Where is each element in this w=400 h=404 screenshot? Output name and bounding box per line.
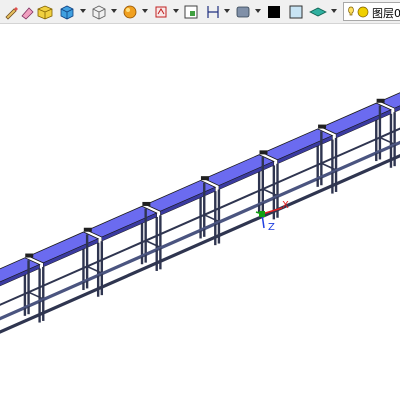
- cross-brace: [145, 239, 161, 249]
- surface-icon[interactable]: [234, 3, 252, 21]
- box-solid-icon[interactable]: [36, 3, 54, 21]
- dropdown-arrow-icon[interactable]: [80, 9, 86, 13]
- frame-icon[interactable]: [182, 3, 200, 21]
- toolbar: 图层0(: [0, 0, 400, 24]
- joint-block: [376, 98, 385, 103]
- axis-z-label: Z: [268, 222, 275, 233]
- dropdown-arrow-icon[interactable]: [173, 9, 179, 13]
- joint-block: [142, 201, 151, 206]
- dropdown-arrow-icon[interactable]: [142, 9, 148, 13]
- 3d-viewport[interactable]: XZ: [0, 24, 400, 400]
- material-ball-icon[interactable]: [121, 3, 139, 21]
- joint-block: [200, 176, 209, 181]
- cross-brace: [86, 265, 103, 274]
- conveyor-panel: [378, 92, 400, 109]
- axis-origin: [259, 211, 265, 217]
- cube-wire-icon[interactable]: [90, 3, 108, 21]
- joint-block: [259, 150, 268, 155]
- cross-brace: [379, 136, 395, 145]
- color-black-icon[interactable]: [265, 3, 283, 21]
- dropdown-arrow-icon[interactable]: [224, 9, 230, 13]
- cross-brace: [321, 162, 337, 171]
- cross-brace: [203, 214, 220, 223]
- cross-brace: [28, 291, 44, 300]
- layer-selector[interactable]: 图层0(: [343, 2, 400, 21]
- dimension-icon[interactable]: [204, 3, 222, 21]
- layer-status-icons: [348, 6, 369, 18]
- joint-block: [25, 253, 34, 258]
- joint-block: [318, 124, 327, 129]
- layer-name: 图层0(: [372, 7, 400, 20]
- cross-brace: [262, 188, 278, 197]
- cube-blue-icon[interactable]: [58, 3, 76, 21]
- conveyor-model: XZ: [0, 92, 400, 334]
- dropdown-arrow-icon[interactable]: [111, 9, 117, 13]
- render-mode-icon[interactable]: [309, 3, 327, 21]
- color-lightblue-icon[interactable]: [287, 3, 305, 21]
- texture-icon[interactable]: [152, 3, 170, 21]
- axis-x-label: X: [282, 200, 289, 211]
- dropdown-arrow-icon[interactable]: [331, 9, 337, 13]
- eraser-icon[interactable]: [18, 3, 36, 21]
- dropdown-arrow-icon[interactable]: [255, 9, 261, 13]
- joint-block: [83, 227, 92, 232]
